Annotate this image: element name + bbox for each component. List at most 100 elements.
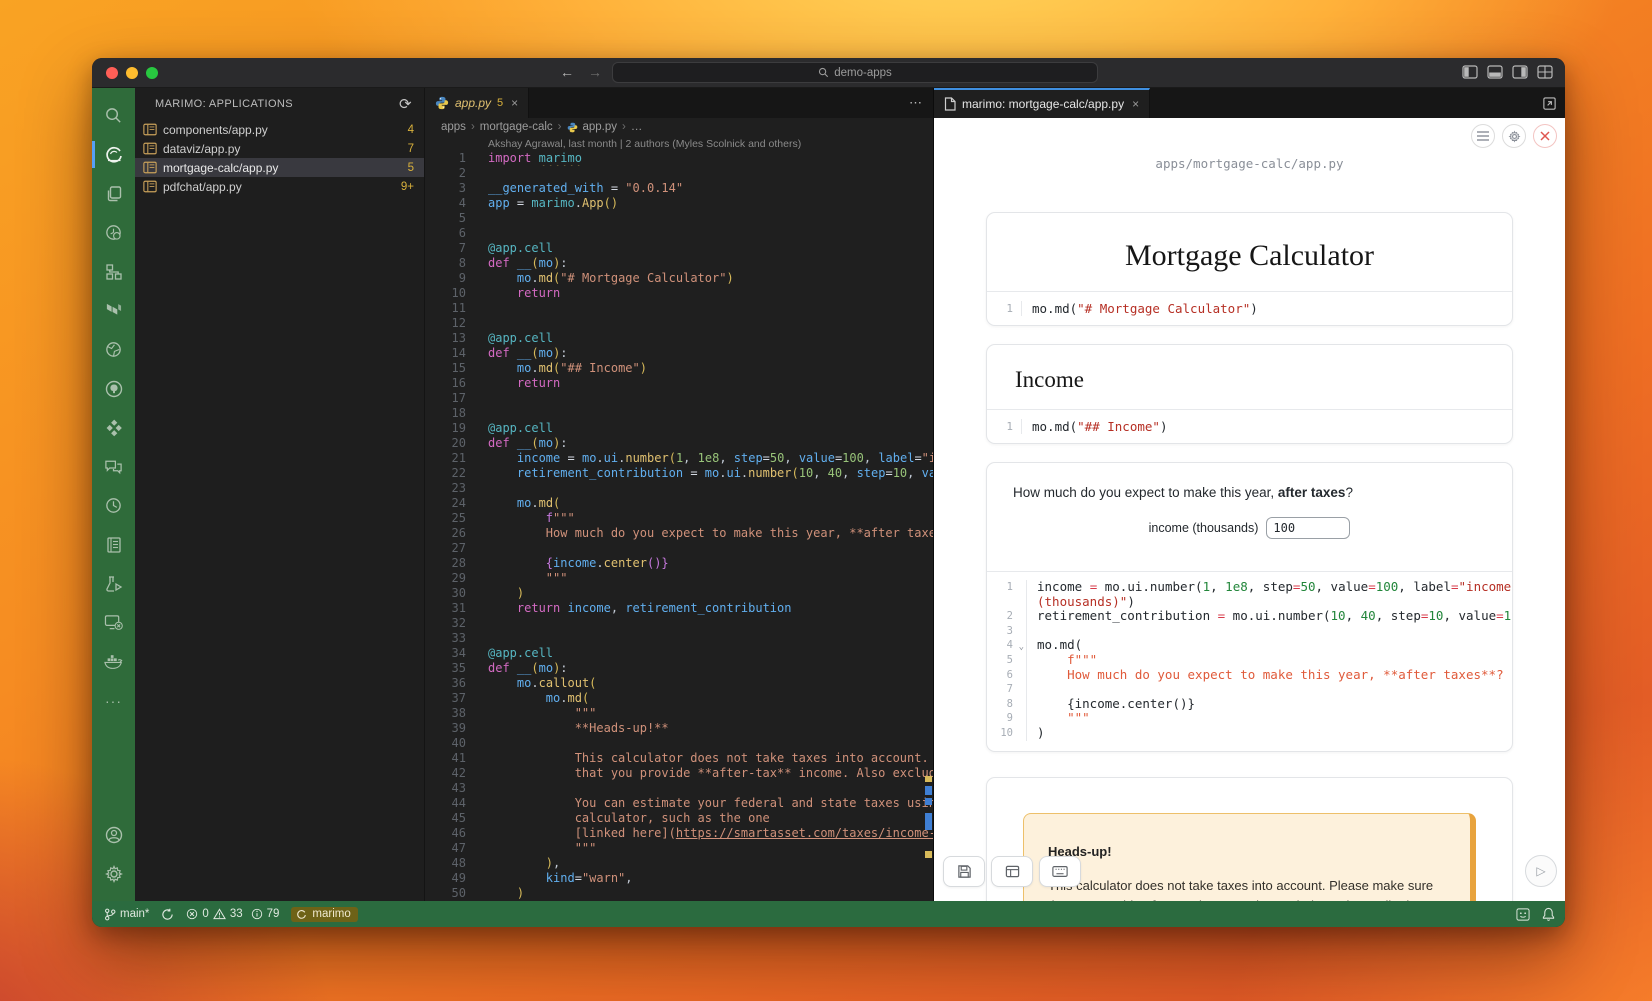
code-line[interactable]: 15 mo.md("## Income")	[425, 361, 933, 376]
activity-tests-icon[interactable]	[92, 564, 135, 603]
code-line[interactable]: 26 How much do you expect to make this y…	[425, 526, 933, 541]
marimo-status-badge[interactable]: marimo	[291, 907, 357, 922]
activity-more-icon[interactable]: ···	[92, 681, 135, 720]
toggle-secondary-sidebar-icon[interactable]	[1512, 65, 1528, 79]
activity-notebook-icon[interactable]	[92, 525, 135, 564]
code-line[interactable]: 44 You can estimate your federal and sta…	[425, 796, 933, 811]
code-editor[interactable]: Akshay Agrawal, last month | 2 authors (…	[425, 136, 933, 901]
code-line[interactable]: 39 **Heads-up!**	[425, 721, 933, 736]
cell-code[interactable]: mo.md("# Mortgage Calculator")	[1021, 301, 1258, 316]
tab-close-icon[interactable]: ×	[1132, 97, 1139, 111]
code-line[interactable]: 3__generated_with = "0.0.14"	[425, 181, 933, 196]
code-line[interactable]: 47 """	[425, 841, 933, 856]
activity-search-icon[interactable]	[92, 96, 135, 135]
code-line[interactable]: 45 calculator, such as the one	[425, 811, 933, 826]
code-line[interactable]: 17	[425, 391, 933, 406]
code-line[interactable]: 31 return income, retirement_contributio…	[425, 601, 933, 616]
maximize-window-button[interactable]	[146, 67, 158, 79]
code-line[interactable]: 35def __(mo):	[425, 661, 933, 676]
activity-globe-icon[interactable]	[92, 330, 135, 369]
code-line[interactable]: 34@app.cell	[425, 646, 933, 661]
code-line[interactable]: 27	[425, 541, 933, 556]
code-line[interactable]: 16 return	[425, 376, 933, 391]
code-line[interactable]: 43	[425, 781, 933, 796]
activity-history-icon[interactable]	[92, 486, 135, 525]
tab-marimo-preview[interactable]: marimo: mortgage-calc/app.py ×	[934, 88, 1150, 118]
save-button[interactable]	[943, 856, 985, 887]
traffic-lights[interactable]	[106, 67, 158, 79]
code-line[interactable]: 18	[425, 406, 933, 421]
problems-item[interactable]: 0 33 79	[186, 908, 279, 920]
code-line[interactable]: 40	[425, 736, 933, 751]
toggle-sidebar-icon[interactable]	[1462, 65, 1478, 79]
code-line[interactable]: 38 """	[425, 706, 933, 721]
code-line[interactable]: 42 that you provide **after-tax** income…	[425, 766, 933, 781]
forward-arrow-icon[interactable]: →	[588, 64, 602, 80]
code-line[interactable]: 25 f"""	[425, 511, 933, 526]
cell-code[interactable]: mo.md("## Income")	[1021, 419, 1167, 434]
code-line[interactable]: 24 mo.md(	[425, 496, 933, 511]
breadcrumb[interactable]: apps› mortgage-calc› app.py› …	[425, 118, 933, 136]
tab-app-py[interactable]: app.py 5 ×	[425, 88, 529, 118]
code-line[interactable]: 46 [linked here](https://smartasset.com/…	[425, 826, 933, 841]
code-line[interactable]: 30 )	[425, 586, 933, 601]
menu-icon[interactable]	[1471, 124, 1495, 148]
code-line[interactable]: 28 {income.center()}	[425, 556, 933, 571]
open-external-icon[interactable]	[1542, 88, 1557, 118]
git-branch-item[interactable]: main*	[104, 908, 149, 921]
code-line[interactable]: 29 """	[425, 571, 933, 586]
tab-close-icon[interactable]: ×	[511, 96, 518, 110]
toggle-panel-icon[interactable]	[1487, 65, 1503, 79]
activity-hierarchy-icon[interactable]	[92, 252, 135, 291]
codelens-authors[interactable]: Akshay Agrawal, last month | 2 authors (…	[425, 138, 933, 151]
code-line[interactable]: 20def __(mo):	[425, 436, 933, 451]
code-line[interactable]: 7@app.cell	[425, 241, 933, 256]
code-line[interactable]: 41 This calculator does not take taxes i…	[425, 751, 933, 766]
code-line[interactable]: 49 kind="warn",	[425, 871, 933, 886]
file-row-components[interactable]: components/app.py4	[135, 120, 424, 139]
close-window-button[interactable]	[106, 67, 118, 79]
overview-ruler[interactable]	[924, 136, 933, 901]
settings-gear-icon[interactable]	[1502, 124, 1526, 148]
code-line[interactable]: 8def __(mo):	[425, 256, 933, 271]
keyboard-shortcuts-button[interactable]	[1039, 856, 1081, 887]
activity-terraform-icon[interactable]	[92, 291, 135, 330]
open-window-button[interactable]	[991, 856, 1033, 887]
code-line[interactable]: 36 mo.callout(	[425, 676, 933, 691]
sync-changes-item[interactable]	[161, 908, 174, 921]
activity-github-icon[interactable]	[92, 369, 135, 408]
command-center-search[interactable]: demo-apps	[612, 62, 1098, 83]
code-line[interactable]: 22 retirement_contribution = mo.ui.numbe…	[425, 466, 933, 481]
code-line[interactable]: 1import marimo	[425, 151, 933, 166]
activity-files-icon[interactable]	[92, 174, 135, 213]
activity-docker-icon[interactable]	[92, 642, 135, 681]
run-button[interactable]: ▷	[1525, 855, 1557, 887]
activity-remote-screen-icon[interactable]	[92, 603, 135, 642]
file-row-dataviz[interactable]: dataviz/app.py7	[135, 139, 424, 158]
code-line[interactable]: 50 )	[425, 886, 933, 901]
settings-gear-icon[interactable]	[92, 854, 135, 893]
minimize-window-button[interactable]	[126, 67, 138, 79]
code-line[interactable]: 13@app.cell	[425, 331, 933, 346]
code-line[interactable]: 11	[425, 301, 933, 316]
code-line[interactable]: 33	[425, 631, 933, 646]
file-row-mortgage-calc[interactable]: mortgage-calc/app.py5	[135, 158, 424, 177]
income-number-input[interactable]: 100	[1266, 517, 1350, 539]
code-line[interactable]: 12	[425, 316, 933, 331]
refresh-icon[interactable]: ⟳	[399, 95, 412, 113]
code-line[interactable]: 37 mo.md(	[425, 691, 933, 706]
back-arrow-icon[interactable]: ←	[560, 64, 574, 80]
code-line[interactable]: 21 income = mo.ui.number(1, 1e8, step=50…	[425, 451, 933, 466]
editor-more-actions-icon[interactable]: ⋯	[909, 88, 923, 118]
code-line[interactable]: 32	[425, 616, 933, 631]
activity-debug-watch-icon[interactable]	[92, 213, 135, 252]
shutdown-close-icon[interactable]	[1533, 124, 1557, 148]
code-line[interactable]: 48 ),	[425, 856, 933, 871]
feedback-item[interactable]	[1516, 908, 1530, 921]
activity-marimo-icon[interactable]	[92, 135, 135, 174]
code-line[interactable]: 10 return	[425, 286, 933, 301]
notifications-item[interactable]	[1542, 907, 1555, 921]
code-line[interactable]: 14def __(mo):	[425, 346, 933, 361]
customize-layout-icon[interactable]	[1537, 65, 1553, 79]
activity-comments-icon[interactable]	[92, 447, 135, 486]
